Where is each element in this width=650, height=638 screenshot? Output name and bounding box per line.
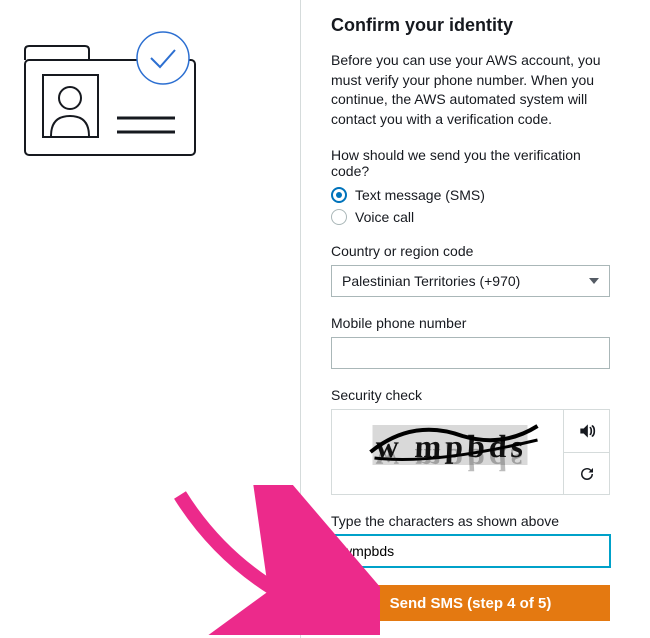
country-select-value: Palestinian Territories (+970) (342, 273, 520, 289)
send-sms-button-label: Send SMS (step 4 of 5) (390, 595, 552, 612)
left-column (0, 0, 300, 638)
captcha-audio-button[interactable] (564, 410, 609, 453)
captcha-image: w mpbds w mpbds (332, 410, 563, 494)
phone-input[interactable] (331, 337, 610, 369)
radio-voice[interactable]: Voice call (331, 209, 610, 225)
security-label: Security check (331, 387, 610, 403)
page-title: Confirm your identity (331, 15, 610, 36)
captcha-controls (563, 410, 609, 494)
chevron-down-icon (589, 278, 599, 284)
country-select[interactable]: Palestinian Territories (+970) (331, 265, 610, 297)
radio-sms[interactable]: Text message (SMS) (331, 187, 610, 203)
intro-paragraph: Before you can use your AWS account, you… (331, 51, 610, 129)
captcha-input[interactable] (331, 535, 610, 567)
verification-method-question: How should we send you the verification … (331, 147, 610, 179)
radio-icon (331, 187, 347, 203)
form-panel: Confirm your identity Before you can use… (300, 0, 650, 638)
captcha-refresh-button[interactable] (564, 453, 609, 495)
sound-icon (577, 421, 597, 441)
radio-voice-label: Voice call (355, 209, 414, 225)
send-sms-button[interactable]: Send SMS (step 4 of 5) (331, 585, 610, 621)
captcha-type-label: Type the characters as shown above (331, 513, 610, 529)
svg-text:w mpbds: w mpbds (375, 442, 528, 478)
radio-icon (331, 209, 347, 225)
captcha-box: w mpbds w mpbds (331, 409, 610, 495)
phone-label: Mobile phone number (331, 315, 610, 331)
refresh-icon (578, 465, 596, 483)
radio-sms-label: Text message (SMS) (355, 187, 485, 203)
identity-illustration (15, 20, 205, 160)
country-label: Country or region code (331, 243, 610, 259)
